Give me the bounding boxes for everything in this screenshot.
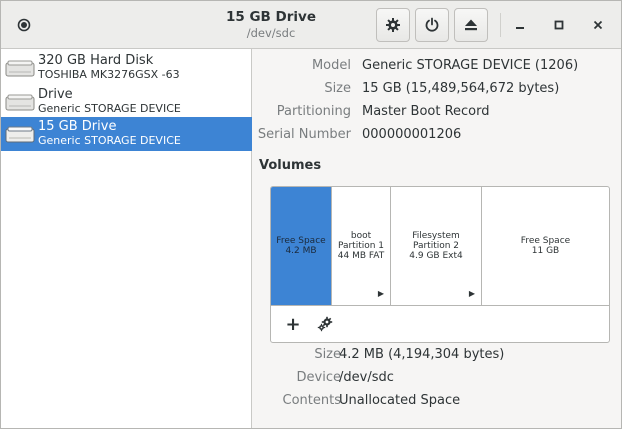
serial-number-label: Serial Number (257, 127, 351, 142)
app-menu-button[interactable] (11, 12, 37, 38)
maximize-icon (554, 20, 564, 30)
volume-device-value: /dev/sdc (339, 370, 394, 385)
volume-device-label: Device (296, 370, 341, 385)
drive-list-item-hard-disk[interactable]: 320 GB Hard Disk TOSHIBA MK3276GSX -63 (1, 51, 252, 85)
drive-details-panel: Model Generic STORAGE DEVICE (1206) Size… (253, 49, 621, 428)
volume-contents-value: Unallocated Space (339, 393, 461, 408)
window-subtitle: /dev/sdc (246, 26, 296, 40)
partition-options-button[interactable] (317, 315, 335, 333)
minimize-button[interactable] (508, 13, 532, 37)
drive-options-button[interactable] (376, 8, 410, 42)
hard-disk-icon (5, 94, 35, 111)
drive-name: 15 GB Drive (38, 119, 117, 134)
volume-partition: Partition 2 (412, 241, 460, 251)
volume-size: 11 GB (531, 246, 560, 256)
size-value: 15 GB (15,489,564,672 bytes) (362, 81, 560, 96)
close-button[interactable] (586, 13, 610, 37)
window-title: 15 GB Drive (225, 9, 316, 25)
model-row: Model Generic STORAGE DEVICE (1206) (253, 58, 621, 78)
power-off-button[interactable] (415, 8, 449, 42)
volume-contents-row: Contents Unallocated Space (253, 393, 621, 413)
volume-filesystem-partition[interactable]: Filesystem Partition 2 4.9 GB Ext4 ▶ (391, 187, 482, 305)
drive-name: Drive (38, 87, 73, 102)
volume-size-row: Size 4.2 MB (4,194,304 bytes) (253, 347, 621, 367)
hard-disk-icon (5, 60, 35, 77)
volume-size: 44 MB FAT (337, 251, 385, 261)
partitioning-row: Partitioning Master Boot Record (253, 104, 621, 124)
volume-size-value: 4.2 MB (4,194,304 bytes) (339, 347, 505, 362)
drive-list: 320 GB Hard Disk TOSHIBA MK3276GSX -63 D… (1, 49, 252, 428)
size-row: Size 15 GB (15,489,564,672 bytes) (253, 81, 621, 101)
volume-toolbar: + (271, 306, 609, 342)
eject-button[interactable] (454, 8, 488, 42)
volume-size: 4.2 MB (285, 246, 317, 256)
gears-icon (317, 316, 333, 332)
model-label: Model (311, 58, 351, 73)
drive-name: 320 GB Hard Disk (38, 53, 154, 68)
title-area: 15 GB Drive /dev/sdc (201, 9, 341, 40)
menu-icon (17, 18, 31, 32)
serial-number-value: 000000001206 (362, 127, 462, 142)
drive-list-item-drive[interactable]: Drive Generic STORAGE DEVICE (1, 85, 252, 119)
expand-arrow-icon[interactable]: ▶ (378, 289, 384, 299)
eject-icon (465, 19, 477, 31)
volume-free-space[interactable]: Free Space 11 GB (482, 187, 609, 305)
close-icon (593, 20, 603, 30)
hard-disk-icon (5, 126, 35, 143)
plus-icon: + (285, 313, 301, 335)
volume-partition: Partition 1 (337, 241, 385, 251)
create-partition-button[interactable]: + (284, 313, 302, 335)
header-bar: 15 GB Drive /dev/sdc (1, 1, 621, 49)
drive-model: Generic STORAGE DEVICE (38, 134, 181, 147)
volume-label: Free Space (520, 236, 571, 246)
volume-device-row: Device /dev/sdc (253, 370, 621, 390)
drive-model: Generic STORAGE DEVICE (38, 102, 181, 115)
drive-list-item-15gb-drive[interactable]: 15 GB Drive Generic STORAGE DEVICE (1, 117, 252, 151)
volume-label: Free Space (276, 236, 326, 246)
power-icon (425, 17, 439, 32)
volume-label: boot (350, 231, 372, 241)
volume-size-label: Size (314, 347, 341, 362)
partitioning-label: Partitioning (276, 104, 351, 119)
serial-number-row: Serial Number 000000001206 (253, 127, 621, 147)
volume-boot-partition[interactable]: boot Partition 1 44 MB FAT ▶ (332, 187, 391, 305)
model-value: Generic STORAGE DEVICE (1206) (362, 58, 579, 73)
disks-window: 15 GB Drive /dev/sdc 320 GB Hard Disk TO… (0, 0, 622, 429)
volume-contents-label: Contents (282, 393, 341, 408)
size-label: Size (324, 81, 351, 96)
partitioning-value: Master Boot Record (362, 104, 490, 119)
gear-icon (386, 18, 400, 32)
partition-map: Free Space 4.2 MB boot Partition 1 44 MB… (271, 187, 609, 306)
volume-size: 4.9 GB Ext4 (409, 251, 463, 261)
volume-free-space-selected[interactable]: Free Space 4.2 MB (271, 187, 332, 305)
volume-label: Filesystem (412, 231, 460, 241)
drive-model: TOSHIBA MK3276GSX -63 (38, 68, 180, 81)
volumes-heading: Volumes (259, 158, 322, 173)
expand-arrow-icon[interactable]: ▶ (469, 289, 475, 299)
maximize-button[interactable] (547, 13, 571, 37)
volumes-graphic: Free Space 4.2 MB boot Partition 1 44 MB… (270, 186, 610, 343)
minimize-icon (516, 27, 524, 29)
header-separator (500, 13, 501, 37)
